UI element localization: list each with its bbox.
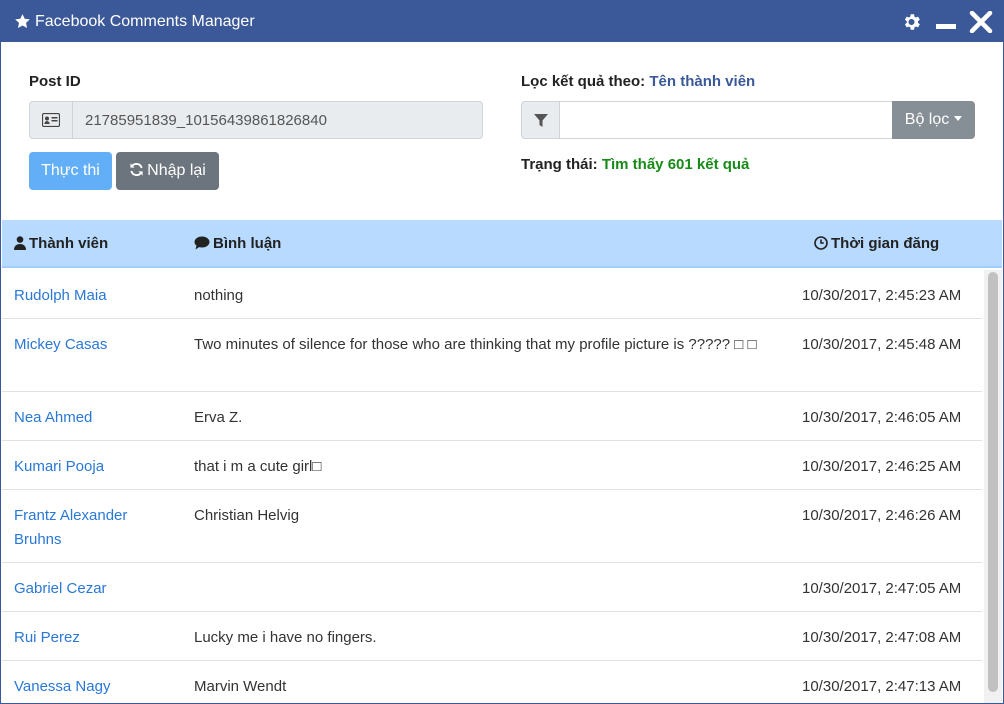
title-bar: Facebook Comments Manager <box>1 1 1003 42</box>
window-title: Facebook Comments Manager <box>35 13 255 30</box>
member-link[interactable]: Nea Ahmed <box>14 406 179 430</box>
column-header-time-label: Thời gian đăng <box>831 235 940 252</box>
refresh-icon <box>130 162 143 177</box>
app-window: Facebook Comments Manager Post ID Thực t… <box>0 0 1004 704</box>
post-time: 10/30/2017, 2:45:48 AM <box>802 336 962 353</box>
member-link[interactable]: Vanessa Nagy <box>14 675 179 699</box>
minimize-button[interactable] <box>935 11 957 33</box>
table-row: Kumari Pooja that i m a cute girl□ 10/30… <box>2 441 982 490</box>
reset-button[interactable]: Nhập lại <box>116 152 219 190</box>
filter-icon <box>534 114 548 127</box>
table-row: Nea Ahmed Erva Z. 10/30/2017, 2:46:05 AM <box>2 392 982 441</box>
reset-button-label: Nhập lại <box>147 162 206 179</box>
clock-icon <box>814 236 828 250</box>
table-row: Rui Perez Lucky me i have no fingers. 10… <box>2 612 982 661</box>
comment-text: nothing <box>194 287 244 304</box>
filter-dropdown-button[interactable]: Bộ lọc <box>892 101 975 139</box>
star-icon <box>15 14 30 28</box>
table-body: Rudolph Maia nothing 10/30/2017, 2:45:23… <box>2 270 982 703</box>
filter-label-prefix: Lọc kết quả theo: <box>521 73 646 90</box>
filter-input[interactable] <box>559 101 893 139</box>
column-header-comment[interactable]: Bình luận <box>194 235 281 252</box>
post-time: 10/30/2017, 2:47:08 AM <box>802 629 962 646</box>
column-header-comment-label: Bình luận <box>213 235 282 252</box>
member-link[interactable]: Mickey Casas <box>14 333 179 357</box>
status-line: Trạng thái: Tìm thấy 601 kết quả <box>521 156 749 173</box>
member-link[interactable]: Rui Perez <box>14 626 179 650</box>
table-row: Vanessa Nagy Marvin Wendt 10/30/2017, 2:… <box>2 661 982 703</box>
close-button[interactable] <box>969 10 993 34</box>
filter-addon <box>521 101 560 139</box>
table-header: Thành viên Bình luận Thời gian đăng <box>2 220 1002 268</box>
table-row: Mickey Casas Two minutes of silence for … <box>2 319 982 392</box>
comment-text: Christian Helvig <box>194 507 300 524</box>
id-card-icon <box>42 113 60 127</box>
column-header-member-label: Thành viên <box>29 235 109 252</box>
member-link[interactable]: Rudolph Maia <box>14 284 179 308</box>
filter-group: Bộ lọc <box>521 101 975 139</box>
run-button[interactable]: Thực thi <box>29 152 112 190</box>
close-icon <box>969 10 993 34</box>
gear-icon <box>904 14 920 30</box>
post-time: 10/30/2017, 2:45:23 AM <box>802 287 962 304</box>
post-time: 10/30/2017, 2:46:25 AM <box>802 458 962 475</box>
column-header-member[interactable]: Thành viên <box>14 235 108 252</box>
status-prefix: Trạng thái: <box>521 156 598 173</box>
filter-label: Lọc kết quả theo: Tên thành viên <box>521 73 755 90</box>
member-link[interactable]: Kumari Pooja <box>14 455 179 479</box>
post-id-addon <box>29 101 73 139</box>
member-link[interactable]: Frantz Alexander Bruhns <box>14 504 179 552</box>
table-row: Rudolph Maia nothing 10/30/2017, 2:45:23… <box>2 270 982 319</box>
comment-text: Marvin Wendt <box>194 678 287 695</box>
user-icon <box>14 236 26 250</box>
table-row: Frantz Alexander Bruhns Christian Helvig… <box>2 490 982 563</box>
scrollbar-thumb[interactable] <box>988 272 998 692</box>
filter-by-value: Tên thành viên <box>649 73 756 90</box>
comment-text: Lucky me i have no fingers. <box>194 629 377 646</box>
table-scrollbar[interactable] <box>984 270 1002 703</box>
comment-text: that i m a cute girl□ <box>194 458 322 475</box>
minimize-icon <box>936 24 956 29</box>
post-time: 10/30/2017, 2:46:26 AM <box>802 507 962 524</box>
post-time: 10/30/2017, 2:47:05 AM <box>802 580 962 597</box>
comment-icon <box>194 236 210 250</box>
caret-down-icon <box>954 116 963 121</box>
comment-text: Two minutes of silence for those who are… <box>194 336 757 353</box>
member-link[interactable]: Gabriel Cezar <box>14 577 179 601</box>
post-time: 10/30/2017, 2:47:13 AM <box>802 678 962 695</box>
post-id-input[interactable] <box>72 101 483 139</box>
post-time: 10/30/2017, 2:46:05 AM <box>802 409 962 426</box>
post-id-group <box>29 101 483 139</box>
settings-button[interactable] <box>901 11 922 33</box>
comment-text: Erva Z. <box>194 409 243 426</box>
column-header-time[interactable]: Thời gian đăng <box>814 235 939 252</box>
post-id-label: Post ID <box>29 73 81 90</box>
filter-dropdown-label: Bộ lọc <box>904 111 950 128</box>
table-row: Gabriel Cezar 10/30/2017, 2:47:05 AM <box>2 563 982 612</box>
status-value: Tìm thấy 601 kết quả <box>601 156 750 173</box>
